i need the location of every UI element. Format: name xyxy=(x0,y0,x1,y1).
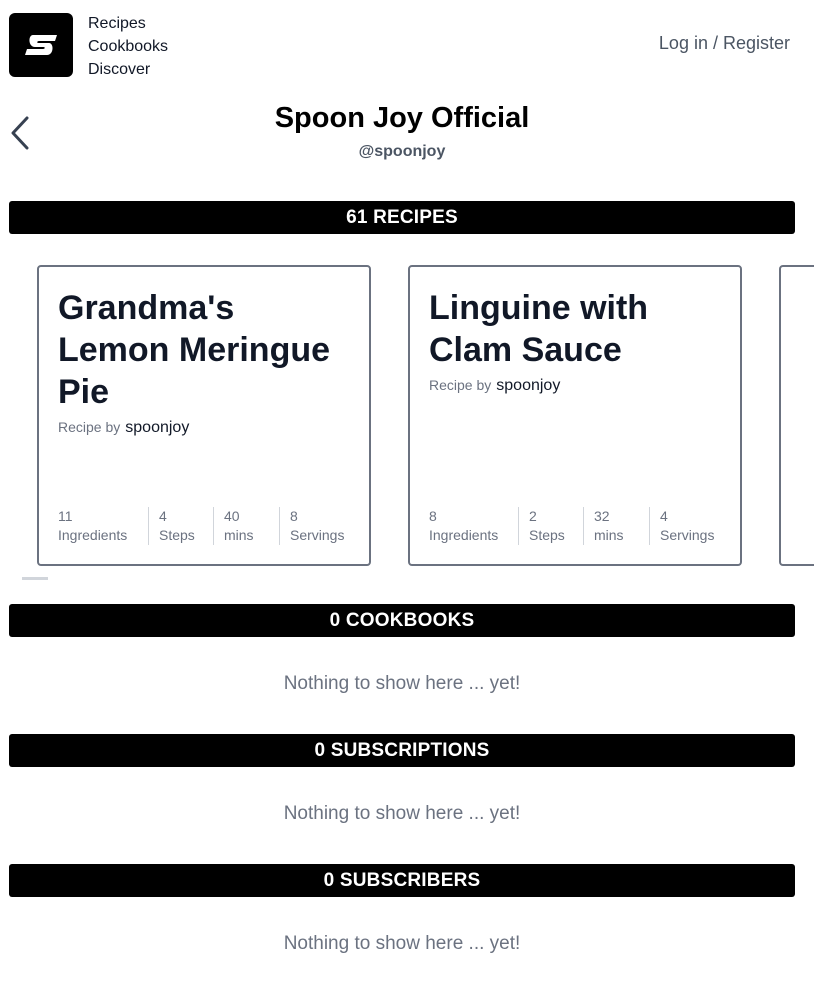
recipes-section-header: 61 RECIPES xyxy=(9,201,795,234)
recipe-stat-ingredients: 11 Ingredients xyxy=(58,507,148,545)
recipe-stat-ingredients: 8 Ingredients xyxy=(429,507,518,545)
recipe-card[interactable]: Grandma's Lemon Meringue Pie Recipe by s… xyxy=(37,265,371,566)
subscriptions-section-header: 0 SUBSCRIPTIONS xyxy=(9,734,795,767)
recipe-byline: Recipe by spoonjoy xyxy=(58,419,350,437)
spoonjoy-logo-icon[interactable] xyxy=(9,13,73,77)
login-register-link[interactable]: Log in / Register xyxy=(659,33,790,54)
recipe-by-label: Recipe by xyxy=(429,377,492,393)
stat-label: Ingredients xyxy=(58,527,128,543)
recipe-card-partial[interactable] xyxy=(779,265,814,566)
recipe-author[interactable]: spoonjoy xyxy=(496,377,560,395)
stat-value: 8 xyxy=(290,508,298,524)
stat-value: 2 xyxy=(529,508,537,524)
recipe-stats: 11 Ingredients 4 Steps 40 mins 8 Serving… xyxy=(58,507,354,545)
main-nav: Recipes Cookbooks Discover xyxy=(88,12,168,81)
nav-link-cookbooks[interactable]: Cookbooks xyxy=(88,35,168,58)
nav-link-discover[interactable]: Discover xyxy=(88,58,168,81)
recipe-author[interactable]: spoonjoy xyxy=(125,419,189,437)
recipe-stat-time: 40 mins xyxy=(213,507,279,545)
stat-value: 4 xyxy=(660,508,668,524)
stat-value: 8 xyxy=(429,508,437,524)
stat-label: mins xyxy=(224,527,254,543)
recipe-stat-servings: 8 Servings xyxy=(279,507,354,545)
recipe-stat-steps: 4 Steps xyxy=(148,507,213,545)
cookbooks-empty-message: Nothing to show here ... yet! xyxy=(283,673,521,694)
subscribers-empty-message: Nothing to show here ... yet! xyxy=(283,933,521,954)
recipe-title[interactable]: Grandma's Lemon Meringue Pie xyxy=(58,287,350,413)
subscribers-section-header: 0 SUBSCRIBERS xyxy=(9,864,795,897)
stat-label: Ingredients xyxy=(429,527,499,543)
stat-value: 40 xyxy=(224,508,240,524)
stat-label: mins xyxy=(594,527,624,543)
profile-handle: @spoonjoy xyxy=(358,143,446,160)
stat-label: Servings xyxy=(660,527,715,543)
recipe-stat-servings: 4 Servings xyxy=(649,507,724,545)
nav-link-recipes[interactable]: Recipes xyxy=(88,12,168,35)
recipe-carousel[interactable]: Grandma's Lemon Meringue Pie Recipe by s… xyxy=(0,265,814,568)
recipe-byline: Recipe by spoonjoy xyxy=(429,377,721,395)
stat-label: Steps xyxy=(159,527,195,543)
stat-label: Servings xyxy=(290,527,345,543)
cookbooks-section-header: 0 COOKBOOKS xyxy=(9,604,795,637)
profile-name: Spoon Joy Official xyxy=(274,102,530,134)
recipe-card[interactable]: Linguine with Clam Sauce Recipe by spoon… xyxy=(408,265,742,566)
stat-value: 4 xyxy=(159,508,167,524)
stat-label: Steps xyxy=(529,527,565,543)
recipe-title[interactable]: Linguine with Clam Sauce xyxy=(429,287,721,371)
recipe-stats: 8 Ingredients 2 Steps 32 mins 4 Servings xyxy=(429,507,724,545)
stat-value: 11 xyxy=(58,508,73,524)
carousel-scroll-indicator[interactable] xyxy=(22,577,48,580)
recipe-stat-steps: 2 Steps xyxy=(518,507,583,545)
subscriptions-empty-message: Nothing to show here ... yet! xyxy=(283,803,521,824)
recipe-by-label: Recipe by xyxy=(58,419,121,435)
recipe-stat-time: 32 mins xyxy=(583,507,649,545)
stat-value: 32 xyxy=(594,508,610,524)
